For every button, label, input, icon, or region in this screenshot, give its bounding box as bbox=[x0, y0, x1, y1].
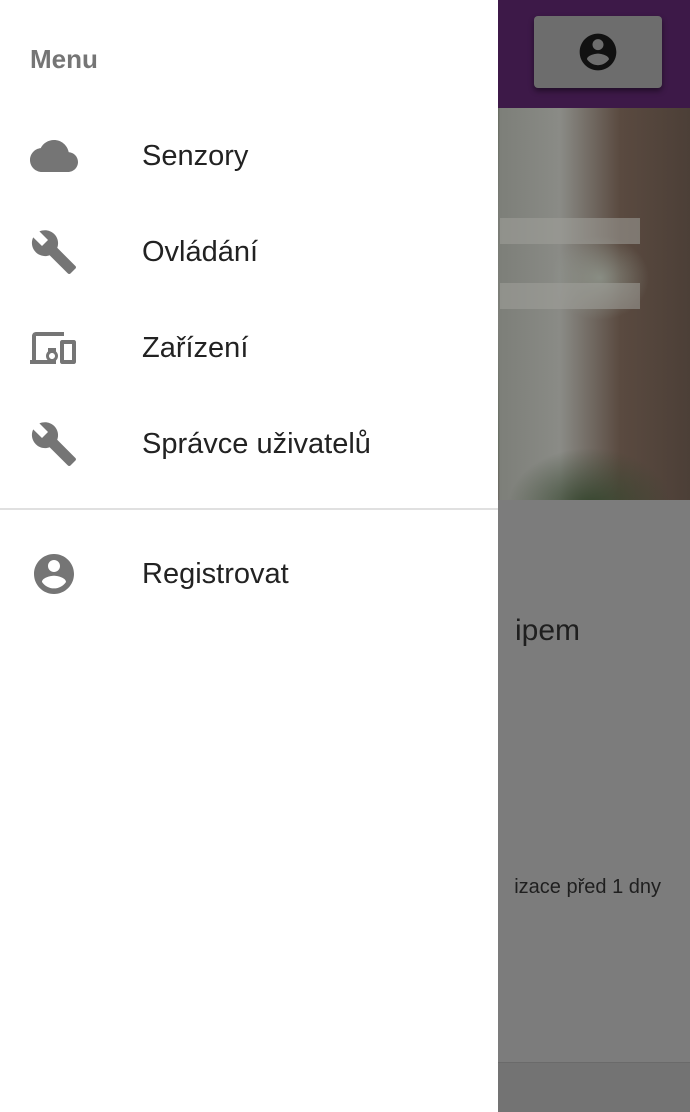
nav-item-ovladani[interactable]: Ovládání bbox=[0, 204, 498, 300]
navigation-drawer: Menu Senzory Ovládání Zařízení Správce u… bbox=[0, 0, 498, 1112]
account-circle-icon bbox=[579, 33, 617, 71]
nav-item-label: Registrovat bbox=[142, 557, 289, 590]
drawer-divider bbox=[0, 508, 498, 510]
nav-item-registrovat[interactable]: Registrovat bbox=[0, 526, 498, 622]
drawer-header: Menu bbox=[30, 44, 98, 74]
wrench-icon bbox=[30, 420, 78, 468]
nav-item-label: Zařízení bbox=[142, 331, 249, 364]
nav-item-zarizeni[interactable]: Zařízení bbox=[0, 300, 498, 396]
nav-item-label: Správce uživatelů bbox=[142, 427, 371, 460]
nav-item-label: Senzory bbox=[142, 139, 249, 172]
account-circle-icon bbox=[30, 550, 78, 598]
cloud-icon bbox=[30, 132, 78, 180]
nav-item-label: Ovládání bbox=[142, 235, 259, 268]
nav-item-spravce-uzivatelu[interactable]: Správce uživatelů bbox=[0, 396, 498, 492]
nav-item-senzory[interactable]: Senzory bbox=[0, 108, 498, 204]
account-button[interactable] bbox=[534, 16, 662, 88]
wrench-icon bbox=[30, 228, 78, 276]
devices-icon bbox=[30, 324, 78, 372]
